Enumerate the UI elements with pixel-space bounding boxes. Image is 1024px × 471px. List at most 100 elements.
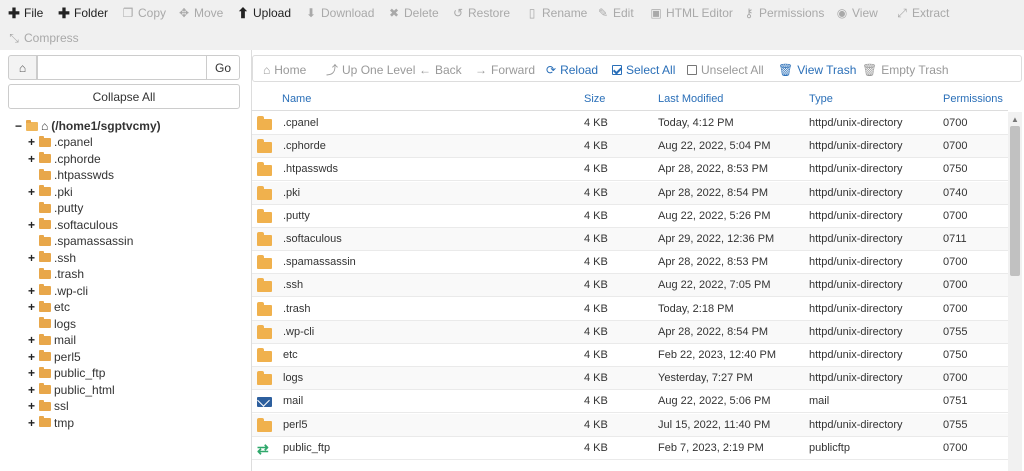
expand-toggle-icon[interactable]: + — [27, 383, 36, 397]
vertical-scrollbar[interactable]: ▲ — [1008, 112, 1022, 471]
expand-toggle-icon[interactable]: + — [27, 333, 36, 347]
tree-item[interactable]: + ssl — [27, 398, 69, 414]
table-row[interactable]: etc 4 KB Feb 22, 2023, 12:40 PM httpd/unix-… — [252, 344, 1008, 367]
folder-icon — [257, 232, 273, 246]
toolbar-button-label: Folder — [74, 6, 109, 20]
toolbar-folder-button[interactable]: ✚ Folder — [58, 2, 108, 24]
expand-toggle-icon[interactable]: + — [27, 350, 36, 364]
table-row[interactable]: ⇄ public_ftp 4 KB Feb 7, 2023, 2:19 PM publi… — [252, 437, 1008, 460]
table-row[interactable]: .wp-cli 4 KB Apr 28, 2022, 8:54 PM httpd/un… — [252, 320, 1008, 344]
nav-reload-button[interactable]: ⟳ Reload — [546, 56, 598, 83]
expand-toggle-icon[interactable]: + — [27, 399, 36, 413]
tree-item[interactable]: + perl5 — [27, 349, 81, 365]
expand-toggle-icon[interactable]: + — [27, 300, 36, 314]
toolbar-rename-button[interactable]: ▯ Rename — [526, 2, 588, 24]
tree-item[interactable]: + mail — [27, 332, 76, 348]
tree-item[interactable]: + .softaculous — [27, 217, 118, 233]
column-size-header[interactable]: Size — [584, 93, 605, 105]
folder-icon — [39, 135, 51, 147]
tree-item[interactable]: logs — [27, 316, 76, 332]
table-row[interactable]: .pki 4 KB Apr 28, 2022, 8:54 PM httpd/unix-… — [252, 181, 1008, 205]
toolbar-upload-button[interactable]: ⬆ Upload — [237, 2, 291, 24]
tree-item[interactable]: + .cphorde — [27, 151, 101, 167]
toolbar-restore-button[interactable]: ↺ Restore — [452, 2, 510, 24]
table-row[interactable]: .spamassassin 4 KB Apr 28, 2022, 8:53 PM ht… — [252, 251, 1008, 275]
row-type: httpd/unix-directory — [809, 209, 903, 222]
toolbar-file-button[interactable]: ✚ File — [8, 2, 43, 24]
nav-home-button[interactable]: ⌂ Home — [263, 56, 306, 83]
toolbar-button-label: Copy — [138, 6, 167, 20]
table-row[interactable]: .cphorde 4 KB Aug 22, 2022, 5:04 PM httpd/u… — [252, 135, 1008, 159]
table-row[interactable]: mail 4 KB Aug 22, 2022, 5:06 PM mail 0751 — [252, 390, 1008, 414]
tree-item[interactable]: + public_ftp — [27, 365, 105, 381]
home-path-button[interactable]: ⌂ — [8, 55, 37, 80]
tree-item[interactable]: + etc — [27, 299, 70, 315]
tree-item-label: ssl — [54, 399, 69, 413]
collapse-toggle-icon[interactable]: − — [14, 119, 23, 133]
nav-button-label: Home — [274, 62, 307, 77]
toolbar-compress-button[interactable]: ⤡ Compress — [8, 27, 79, 49]
tree-item[interactable]: + .wp-cli — [27, 283, 88, 299]
folder-icon — [39, 267, 51, 279]
nav-empty-trash-button[interactable]: 🗑 Empty Trash — [862, 56, 949, 83]
nav-unselect-all-button[interactable]: Unselect All — [687, 56, 764, 83]
nav-select-all-button[interactable]: Select All — [612, 56, 675, 83]
tree-item[interactable]: + .ssh — [27, 250, 76, 266]
expand-toggle-icon[interactable]: + — [27, 185, 36, 199]
toolbar-move-button[interactable]: ✥ Move — [178, 2, 223, 24]
column-last-modified-header[interactable]: Last Modified — [658, 93, 723, 105]
expand-toggle-icon[interactable]: + — [27, 152, 36, 166]
toolbar-download-button[interactable]: ⬇ Download — [305, 2, 374, 24]
tree-root[interactable]: − ⌂ (/home1/sgptvcmy) — [14, 118, 161, 134]
tree-item[interactable]: + .pki — [27, 184, 73, 200]
tree-item[interactable]: .spamassassin — [27, 233, 133, 249]
toolbar-view-button[interactable]: ◉ View — [836, 2, 878, 24]
folder-icon — [39, 366, 51, 378]
toolbar-extract-button[interactable]: ⤢ Extract — [896, 2, 949, 24]
path-input[interactable] — [37, 55, 207, 80]
toolbar-edit-button[interactable]: ✎ Edit — [597, 2, 634, 24]
expand-toggle-icon[interactable]: + — [27, 218, 36, 232]
toolbar-copy-button[interactable]: ❐ Copy — [122, 2, 166, 24]
scroll-up-arrow-icon[interactable]: ▲ — [1008, 112, 1022, 126]
column-permissions-header[interactable]: Permissions — [943, 93, 1003, 105]
folder-icon — [257, 348, 273, 362]
tree-item[interactable]: + tmp — [27, 415, 74, 431]
nav-up-one-level-button[interactable]: ⤴ Up One Level — [326, 56, 415, 83]
table-row[interactable]: .trash 4 KB Today, 2:18 PM httpd/unix-direc… — [252, 298, 1008, 321]
expand-toggle-icon[interactable]: + — [27, 284, 36, 298]
row-name: .ssh — [283, 279, 304, 292]
go-button[interactable]: Go — [206, 55, 240, 80]
nav-forward-button[interactable]: → Forward — [475, 56, 535, 83]
table-row[interactable]: logs 4 KB Yesterday, 7:27 PM httpd/unix-dir… — [252, 367, 1008, 391]
folder-icon — [39, 234, 51, 246]
table-row[interactable]: .cpanel 4 KB Today, 4:12 PM httpd/unix-dire… — [252, 112, 1008, 135]
tree-item[interactable]: + public_html — [27, 382, 115, 398]
column-name-header[interactable]: Name — [282, 93, 311, 105]
tree-item[interactable]: + .cpanel — [27, 134, 93, 150]
expand-toggle-icon[interactable]: + — [27, 135, 36, 149]
tree-item[interactable]: .putty — [27, 200, 83, 216]
row-size: 4 KB — [584, 395, 608, 408]
tree-item[interactable]: .trash — [27, 266, 84, 282]
scroll-thumb[interactable] — [1010, 126, 1020, 276]
nav-back-button[interactable]: ← Back — [419, 56, 462, 83]
row-type: httpd/unix-directory — [809, 163, 903, 176]
nav-view-trash-button[interactable]: 🗑 View Trash — [778, 56, 856, 83]
table-row[interactable]: .htpasswds 4 KB Apr 28, 2022, 8:53 PM httpd… — [252, 158, 1008, 182]
table-row[interactable]: perl5 4 KB Jul 15, 2022, 11:40 PM httpd/uni… — [252, 413, 1008, 437]
toolbar-button-label: Rename — [542, 6, 588, 20]
table-row[interactable]: .putty 4 KB Aug 22, 2022, 5:26 PM httpd/uni… — [252, 205, 1008, 228]
table-row[interactable]: .ssh 4 KB Aug 22, 2022, 7:05 PM httpd/unix-… — [252, 274, 1008, 298]
column-type-header[interactable]: Type — [809, 93, 833, 105]
toolbar-html-editor-button[interactable]: ▣ HTML Editor — [650, 2, 733, 24]
table-row[interactable]: .softaculous 4 KB Apr 29, 2022, 12:36 PM ht… — [252, 228, 1008, 251]
row-name: mail — [283, 395, 304, 408]
expand-toggle-icon[interactable]: + — [27, 416, 36, 430]
toolbar-permissions-button[interactable]: ⚷ Permissions — [743, 2, 825, 24]
tree-item[interactable]: .htpasswds — [27, 167, 114, 183]
expand-toggle-icon[interactable]: + — [27, 366, 36, 380]
toolbar-delete-button[interactable]: ✖ Delete — [388, 2, 439, 24]
collapse-all-button[interactable]: Collapse All — [8, 84, 240, 109]
expand-toggle-icon[interactable]: + — [27, 251, 36, 265]
